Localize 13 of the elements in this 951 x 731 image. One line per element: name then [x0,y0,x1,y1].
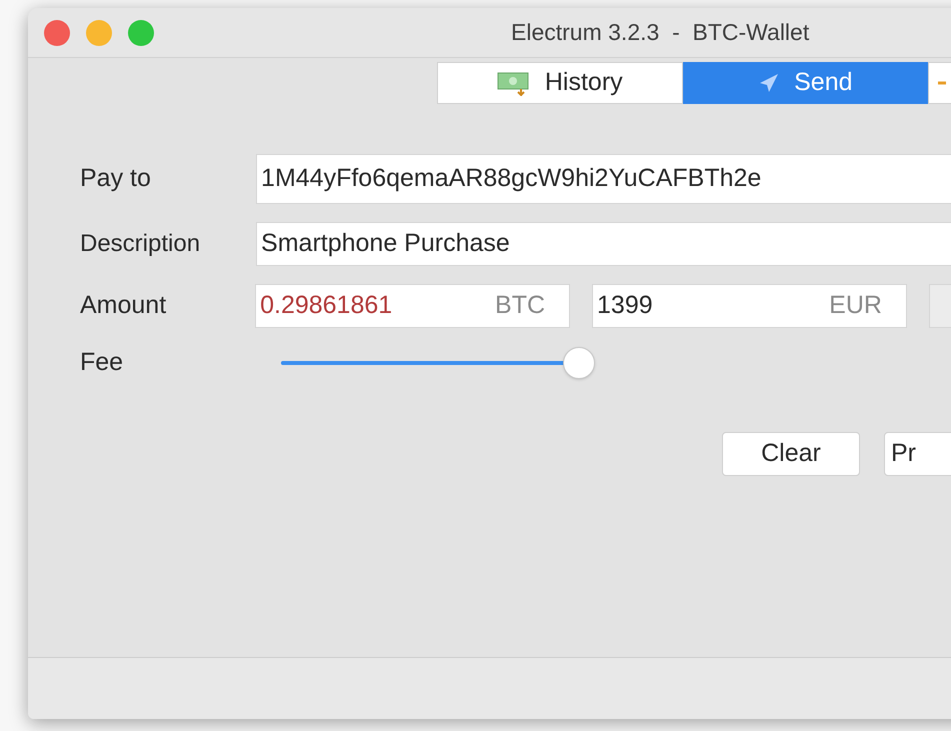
tab[interactable]: History [437,62,683,104]
field-label: Pay to [80,163,152,194]
pay-to-field[interactable]: 1M44yFfo6qemaAR88gcW9hi2YuCAFBTh2e [256,154,951,204]
tab[interactable]: Send [682,62,928,104]
field-label: Description [80,229,202,259]
description-field[interactable]: Smartphone Purchase [256,222,951,266]
field-label: Amount [80,290,168,322]
clear-button[interactable]: Clear [722,432,860,476]
btc-amount-field[interactable]: 0.29861861 BTC [255,284,570,328]
fiat-amount-field[interactable]: 1399 EUR [592,284,907,328]
window-title: Electrum 3.2.3 - BTC-Wallet [511,18,810,48]
field-label: Fee [80,347,124,378]
button[interactable]: Pr [884,432,951,476]
